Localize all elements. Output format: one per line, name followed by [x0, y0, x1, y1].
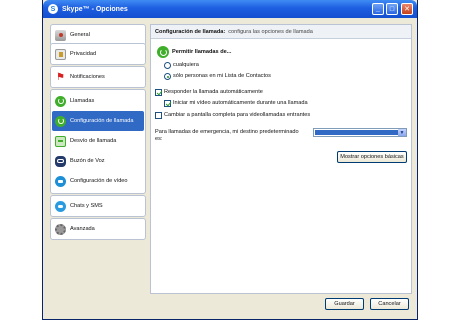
sidebar-item-label: Avanzada: [70, 226, 95, 232]
allow-calls-heading: Permitir llamadas de...: [172, 49, 232, 55]
nav-group-notifications: ⚑ Notificaciones: [50, 66, 146, 88]
chevron-down-icon[interactable]: ▼: [398, 129, 406, 136]
sidebar-item-label: Privacidad: [70, 51, 97, 57]
title-bar[interactable]: S Skype™ - Opciones _ □ ✕: [43, 0, 417, 18]
sidebar-item-advanced[interactable]: Avanzada: [52, 219, 144, 239]
sidebar-item-voicemail[interactable]: Buzón de Voz: [52, 151, 144, 171]
sidebar-item-calls[interactable]: Llamadas: [52, 91, 144, 111]
emergency-select-value: [315, 130, 400, 135]
person-icon: [55, 29, 66, 41]
auto-video-checkbox[interactable]: [164, 100, 171, 107]
close-button[interactable]: ✕: [401, 3, 413, 15]
panel-header: Configuración de llamada: configura las …: [151, 25, 411, 39]
sidebar-item-label: Configuración de vídeo: [70, 178, 128, 184]
video-icon: [55, 175, 66, 187]
emergency-label-suffix: es:: [155, 136, 163, 142]
sidebar-item-label: Notificaciones: [70, 74, 105, 80]
emergency-destination-select[interactable]: ▼: [313, 128, 407, 137]
sidebar-item-video-settings[interactable]: Configuración de vídeo: [52, 171, 144, 191]
radio-contacts-only-label[interactable]: sólo personas en mi Lista de Contactos: [173, 73, 271, 79]
options-sidebar: General Privacidad ⚑ Notificaciones Llam…: [50, 24, 146, 294]
radio-anyone-label[interactable]: cualquiera: [173, 62, 199, 68]
sidebar-item-label: Configuración de llamada: [70, 118, 134, 124]
privacy-icon: [55, 48, 66, 60]
chat-icon: [55, 200, 66, 212]
phone-icon: [55, 95, 66, 107]
radio-contacts-only[interactable]: [164, 73, 171, 80]
emergency-label: Para llamadas de emergencia, mi destino …: [155, 129, 299, 135]
show-basic-options-button[interactable]: Mostrar opciones básicas: [337, 151, 407, 163]
radio-anyone[interactable]: [164, 62, 171, 69]
gear-icon: [55, 223, 66, 235]
options-window: S Skype™ - Opciones _ □ ✕ General Privac…: [42, 0, 418, 320]
sidebar-item-chats-sms[interactable]: Chats y SMS: [52, 196, 144, 216]
sidebar-item-label: Llamadas: [70, 98, 95, 104]
minimize-button[interactable]: _: [372, 3, 384, 15]
sidebar-item-call-forwarding[interactable]: Desvío de llamada: [52, 131, 144, 151]
fullscreen-video-label[interactable]: Cambiar a pantalla completa para videoll…: [164, 112, 310, 118]
cancel-button[interactable]: Cancelar: [370, 298, 409, 310]
sidebar-item-label: Chats y SMS: [70, 203, 103, 209]
sidebar-item-label: Buzón de Voz: [70, 158, 105, 164]
call-forward-icon: [55, 135, 66, 147]
sidebar-item-label: General: [70, 32, 90, 38]
phone-icon: [157, 46, 169, 58]
skype-logo-icon: S: [48, 4, 58, 14]
sidebar-item-privacy[interactable]: Privacidad: [52, 44, 144, 64]
nav-group-chats: Chats y SMS: [50, 195, 146, 217]
sidebar-item-call-settings[interactable]: Configuración de llamada: [52, 111, 144, 131]
fullscreen-video-checkbox[interactable]: [155, 112, 162, 119]
save-button[interactable]: Guardar: [325, 298, 364, 310]
flag-icon: ⚑: [56, 71, 65, 83]
voicemail-icon: [55, 155, 66, 167]
nav-group-calls: Llamadas Configuración de llamada Desvío…: [50, 89, 146, 194]
panel-title: Configuración de llamada:: [155, 28, 226, 35]
phone-icon: [55, 115, 66, 127]
nav-group-privacy: Privacidad: [50, 43, 146, 65]
panel-subtitle: configura las opciones de llamada: [228, 28, 313, 35]
sidebar-item-label: Desvío de llamada: [70, 138, 117, 144]
sidebar-item-general[interactable]: General: [52, 25, 144, 45]
auto-answer-label[interactable]: Responder la llamada automáticamente: [164, 89, 263, 95]
settings-panel: Configuración de llamada: configura las …: [150, 24, 412, 294]
auto-video-label[interactable]: Iniciar mi vídeo automáticamente durante…: [173, 100, 308, 106]
sidebar-item-notifications[interactable]: ⚑ Notificaciones: [52, 67, 144, 87]
maximize-button[interactable]: □: [386, 3, 398, 15]
window-title: Skype™ - Opciones: [62, 5, 128, 13]
auto-answer-checkbox[interactable]: [155, 89, 162, 96]
nav-group-advanced: Avanzada: [50, 218, 146, 240]
